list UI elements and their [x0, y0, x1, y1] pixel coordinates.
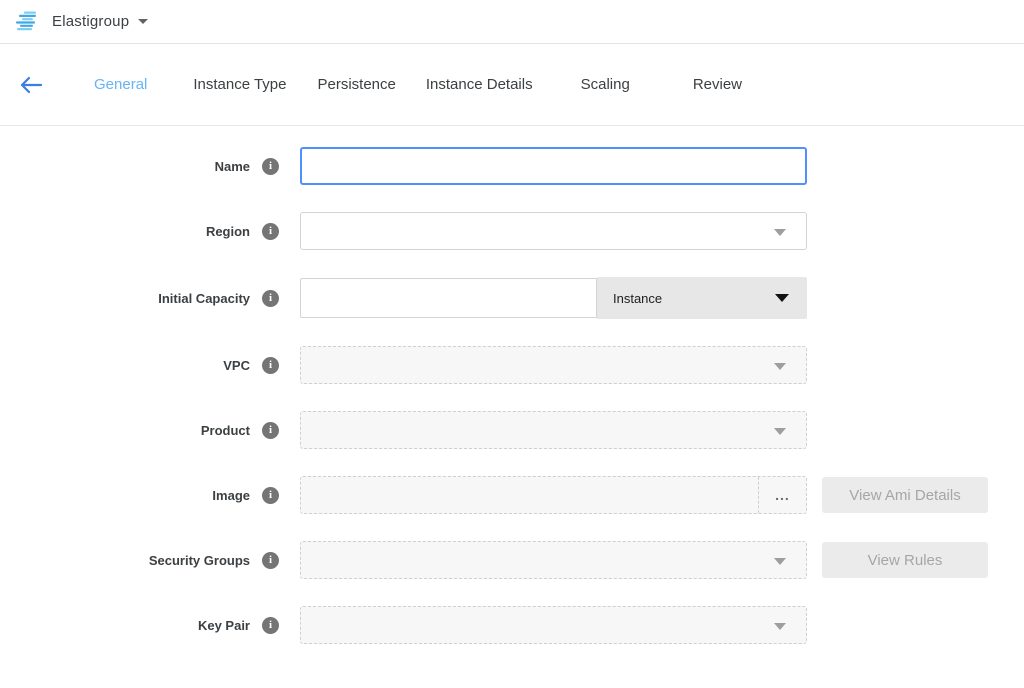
initial-capacity-input[interactable] [300, 278, 597, 318]
app-title[interactable]: Elastigroup [52, 13, 129, 30]
capacity-unit-select[interactable]: Instance [597, 277, 807, 319]
security-groups-label: Security Groups [0, 553, 250, 568]
arrow-left-icon [19, 76, 43, 94]
app-header: Elastigroup [0, 0, 1024, 44]
product-row: Product i [0, 411, 1024, 449]
region-row: Region i [0, 212, 1024, 250]
general-form: Name i Region i Initial Capacity i Insta… [0, 126, 1024, 644]
product-select [300, 411, 807, 449]
info-icon[interactable]: i [262, 158, 279, 175]
info-icon[interactable]: i [262, 357, 279, 374]
image-label: Image [0, 488, 250, 503]
tab-persistence[interactable]: Persistence [318, 76, 396, 93]
key-pair-row: Key Pair i [0, 606, 1024, 644]
image-input [301, 477, 758, 513]
image-row: Image i ... View Ami Details [0, 476, 1024, 514]
image-browse-button[interactable]: ... [758, 477, 806, 513]
name-control [300, 147, 807, 185]
security-groups-row: Security Groups i View Rules [0, 541, 1024, 579]
chevron-down-icon[interactable] [138, 19, 148, 24]
key-pair-select [300, 606, 807, 644]
view-rules-button[interactable]: View Rules [822, 542, 988, 578]
key-pair-label: Key Pair [0, 618, 250, 633]
chevron-down-icon [774, 558, 786, 565]
name-row: Name i [0, 147, 1024, 185]
elastigroup-logo-icon [16, 11, 40, 33]
tab-review[interactable]: Review [693, 76, 742, 93]
wizard-tabbar: General Instance Type Persistence Instan… [0, 44, 1024, 126]
capacity-unit-value: Instance [613, 291, 662, 306]
chevron-down-icon [775, 294, 789, 302]
tab-scaling[interactable]: Scaling [581, 76, 630, 93]
name-label: Name [0, 159, 250, 174]
image-control: ... [300, 476, 807, 514]
initial-capacity-label: Initial Capacity [0, 291, 250, 306]
info-icon[interactable]: i [262, 552, 279, 569]
product-label: Product [0, 423, 250, 438]
chevron-down-icon [774, 428, 786, 435]
view-ami-details-button[interactable]: View Ami Details [822, 477, 988, 513]
info-icon[interactable]: i [262, 223, 279, 240]
region-label: Region [0, 224, 250, 239]
tab-general[interactable]: General [94, 76, 147, 93]
region-select[interactable] [300, 212, 807, 250]
info-icon[interactable]: i [262, 487, 279, 504]
info-icon[interactable]: i [262, 422, 279, 439]
chevron-down-icon [774, 229, 786, 236]
vpc-label: VPC [0, 358, 250, 373]
security-groups-select [300, 541, 807, 579]
back-button[interactable] [18, 74, 44, 96]
vpc-row: VPC i [0, 346, 1024, 384]
initial-capacity-control: Instance [300, 277, 807, 319]
name-input[interactable] [300, 147, 807, 185]
tab-instance-type[interactable]: Instance Type [193, 76, 286, 93]
info-icon[interactable]: i [262, 617, 279, 634]
vpc-select [300, 346, 807, 384]
chevron-down-icon [774, 623, 786, 630]
info-icon[interactable]: i [262, 290, 279, 307]
chevron-down-icon [774, 363, 786, 370]
initial-capacity-row: Initial Capacity i Instance [0, 277, 1024, 319]
tab-instance-details[interactable]: Instance Details [426, 76, 533, 93]
